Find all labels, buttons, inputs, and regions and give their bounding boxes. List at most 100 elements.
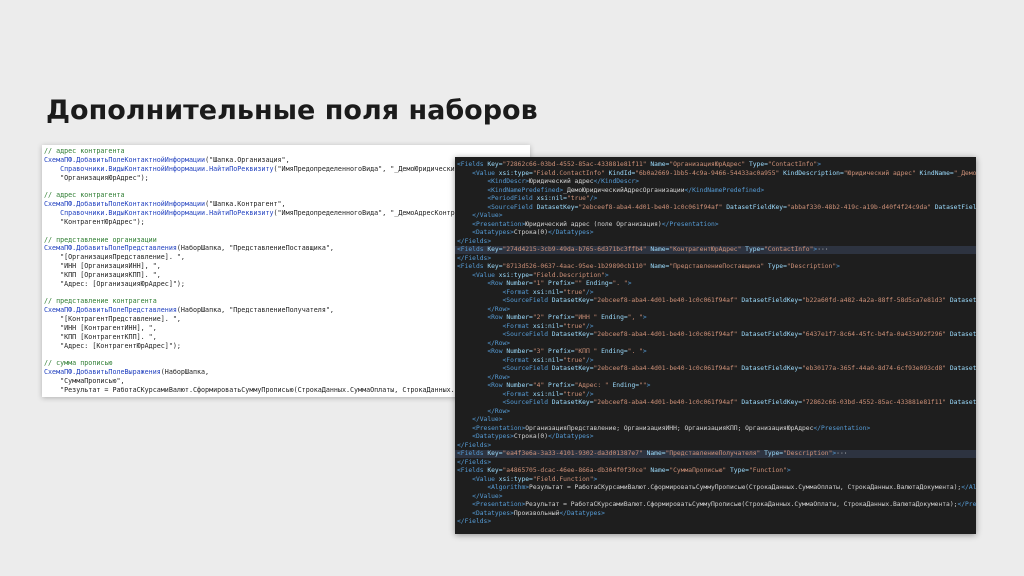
code-line: <Format xsi:nil="true"/> — [457, 289, 594, 297]
code-line: <PeriodField xsi:nil="true"/> — [457, 195, 597, 203]
code-token: "СуммаПрописью" — [669, 467, 727, 474]
code-token: Name= — [646, 263, 670, 270]
code-token: СхемаПФ.ДобавитьПолеПредставления — [44, 306, 177, 315]
code-token: </Fields> — [457, 441, 492, 449]
code-token: <KindNamePredefined> — [487, 186, 564, 194]
code-token: xsi:type= — [498, 271, 533, 279]
code-token: Number= — [506, 348, 533, 355]
code-line: <Presentation>ОрганизацияПредставление; … — [457, 425, 870, 433]
code-line: </Fields> — [457, 238, 491, 246]
code-line: <Row Number="2" Prefix="ИНН " Ending=", … — [457, 314, 646, 322]
code-token: // сумма прописью — [44, 359, 113, 368]
code-token: "ContactInfo" — [764, 246, 814, 253]
code-line: СхемаПФ.ДобавитьПолеКонтактнойИнформации… — [44, 200, 286, 208]
code-token: <Format — [502, 356, 533, 364]
code-token: Name= — [646, 161, 670, 168]
code-line: <Fields Key="8713d526-0637-4aac-95ee-1b2… — [457, 263, 840, 271]
code-line: СхемаПФ.ДобавитьПолеПредставления(НаборШ… — [44, 244, 334, 252]
code-line: <SourceField DatasetKey="2ebceef8-aba4-4… — [457, 204, 976, 212]
code-token: <Fields — [457, 467, 488, 474]
code-token: <Value — [472, 475, 499, 483]
code-line: </Fields> — [457, 518, 491, 526]
code-line: СхемаПФ.ДобавитьПолеПредставления(НаборШ… — [44, 306, 334, 314]
code-token: </Value> — [472, 416, 503, 423]
code-line: </Row> — [457, 306, 510, 314]
code-token: xsi:nil= — [532, 322, 564, 330]
code-token: DatasetFieldName= — [949, 297, 976, 304]
code-token: "72862c66-03bd-4552-85ac-433881e81f11" — [502, 161, 647, 168]
code-token: Name= — [646, 246, 670, 253]
code-token: СхемаПФ.ДобавитьПолеКонтактнойИнформации — [44, 200, 206, 209]
code-line: "ОрганизацияЮрАдрес"); — [44, 174, 149, 182]
code-token: <Presentation> — [472, 220, 526, 228]
code-token: </Presentation> — [661, 220, 719, 228]
code-token: "2ebceef8-aba4-4d01-be40-1c0c061f94af" — [593, 331, 738, 338]
code-token: "2" — [532, 314, 545, 321]
code-token: DatasetKey= — [551, 297, 594, 304]
code-token: DatasetFieldName= — [934, 203, 976, 211]
code-token: "_ДемоЮридическийАдресОрганизации" — [953, 169, 976, 177]
code-token: <PeriodField — [487, 195, 537, 202]
code-line: "Адрес: [ОрганизацияЮрАдрес]"); — [44, 280, 185, 288]
code-token: Key= — [487, 246, 503, 253]
code-token: <Value — [472, 169, 499, 177]
code-token: Справочники.ВидыКонтактнойИнформации.Най… — [60, 164, 274, 173]
code-line: </Row> — [457, 408, 510, 416]
code-token: "КПП " — [574, 348, 598, 355]
code-line: "[ОрганизацияПредставление]. ", — [44, 253, 185, 261]
code-token: <Fields — [457, 161, 488, 168]
code-line: // адрес контрагента — [44, 191, 125, 199]
code-token: </Value> — [472, 212, 503, 219]
code-token: Type= — [760, 450, 784, 457]
code-token: "Field.Description" — [532, 271, 605, 279]
code-token: </Row> — [487, 407, 511, 415]
code-token: "6b0a2669-1bb5-4c9a-9466-54433ac0a955" — [635, 169, 780, 177]
code-token: </KindDescr> — [593, 178, 640, 185]
code-line: <Fields Key="a4865705-dcac-46ee-866a-db3… — [457, 467, 791, 475]
code-token: Number= — [506, 314, 533, 321]
code-token: <Presentation> — [472, 424, 526, 432]
code-token: "ea4f3e6a-3a33-4101-9302-da3d01387e7" — [502, 450, 643, 457]
code-line: СхемаПФ.ДобавитьПолеВыражения(НаборШапка… — [44, 368, 209, 376]
code-line: <SourceField DatasetKey="2ebceef8-aba4-4… — [457, 365, 977, 373]
code-token: "Field.ContactInfo" — [532, 169, 605, 177]
code-line: <Datatypes>Строка(0)</Datatypes> — [457, 433, 593, 441]
code-token: "ContactInfo" — [767, 161, 818, 168]
code-token: /> — [589, 195, 598, 202]
code-line: "Адрес: [КонтрагентЮрАдрес]"); — [44, 342, 181, 350]
code-token: "Адрес: [ОрганизацияЮрАдрес]"); — [44, 279, 185, 288]
code-token: "ОрганизацияЮрАдрес" — [669, 161, 746, 168]
code-token: // адрес контрагента — [44, 191, 125, 200]
code-token: DatasetKey= — [551, 331, 594, 338]
code-token: ("Шапка.Организация", — [205, 155, 290, 164]
code-line: "КонтрагентЮрАдрес"); — [44, 218, 145, 226]
code-line: <Row Number="1" Prefix="" Ending=". "> — [457, 280, 631, 288]
code-token: "[КонтрагентПредставление]. ", — [44, 315, 181, 324]
code-token: Ending= — [597, 314, 628, 321]
code-token: Юридический адрес (поле Организация) — [525, 220, 662, 228]
code-token: DatasetFieldName= — [949, 331, 976, 338]
code-token: // представление контрагента — [44, 297, 157, 306]
code-token: ("Шапка.Контрагент", — [205, 200, 286, 209]
code-line: </Row> — [457, 340, 510, 348]
code-token: DatasetFieldKey= — [737, 365, 803, 372]
code-line: <Fields Key="72862c66-03bd-4552-85ac-433… — [457, 161, 821, 169]
code-token: Type= — [764, 263, 787, 270]
code-token: "Юридический адрес" — [843, 169, 916, 177]
code-token: </Datatypes> — [548, 229, 594, 236]
code-token: Type= — [745, 161, 768, 168]
